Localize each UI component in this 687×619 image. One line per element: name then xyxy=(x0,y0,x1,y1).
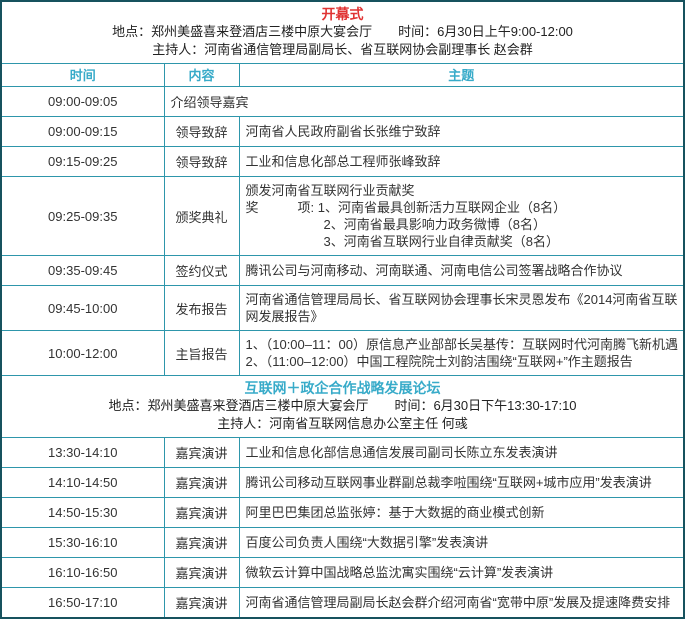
content-cell: 发布报告 xyxy=(164,286,239,331)
topic-line: 2、河南省最具影响力政务微博（8名） xyxy=(246,216,680,233)
content-cell: 主旨报告 xyxy=(164,331,239,376)
agenda-row: 14:50-15:30嘉宾演讲阿里巴巴集团总监张婷：基于大数据的商业模式创新 xyxy=(1,498,684,528)
time-cell: 09:00-09:05 xyxy=(1,87,164,117)
section-host: 主持人：河南省通信管理局副局长、省互联网协会副理事长 赵会群 xyxy=(6,41,679,59)
time-cell: 16:50-17:10 xyxy=(1,588,164,619)
column-header-content: 内容 xyxy=(164,64,239,87)
content-cell: 签约仪式 xyxy=(164,256,239,286)
agenda-row: 09:00-09:15领导致辞河南省人民政府副省长张维宁致辞 xyxy=(1,117,684,147)
time-cell: 09:35-09:45 xyxy=(1,256,164,286)
section-location-time: 地点：郑州美盛喜来登酒店三楼中原大宴会厅 时间：6月30日下午13:30-17:… xyxy=(6,397,679,415)
time-cell: 10:00-12:00 xyxy=(1,331,164,376)
column-header-topic: 主题 xyxy=(239,64,684,87)
topic-line: 河南省通信管理局局长、省互联网协会理事长宋灵恩发布《2014河南省互联网发展报告… xyxy=(246,291,680,325)
agenda-row: 13:30-14:10嘉宾演讲工业和信息化部信息通信发展司副司长陈立东发表演讲 xyxy=(1,438,684,468)
section-header-row: 互联网＋政企合作战略发展论坛地点：郑州美盛喜来登酒店三楼中原大宴会厅 时间：6月… xyxy=(1,376,684,438)
time-cell: 15:30-16:10 xyxy=(1,528,164,558)
agenda-row: 09:45-10:00发布报告河南省通信管理局局长、省互联网协会理事长宋灵恩发布… xyxy=(1,286,684,331)
topic-line: 工业和信息化部总工程师张峰致辞 xyxy=(246,153,680,170)
topic-cell: 颁发河南省互联网行业贡献奖奖 项: 1、河南省最具创新活力互联网企业（8名） 2… xyxy=(239,177,684,256)
section-header: 开幕式地点：郑州美盛喜来登酒店三楼中原大宴会厅 时间：6月30日上午9:00-1… xyxy=(1,1,684,64)
topic-cell: 河南省通信管理局局长、省互联网协会理事长宋灵恩发布《2014河南省互联网发展报告… xyxy=(239,286,684,331)
time-cell: 09:15-09:25 xyxy=(1,147,164,177)
topic-line: 微软云计算中国战略总监沈寓实围绕“云计算”发表演讲 xyxy=(246,564,680,581)
content-cell: 嘉宾演讲 xyxy=(164,498,239,528)
content-cell: 颁奖典礼 xyxy=(164,177,239,256)
topic-line: 河南省人民政府副省长张维宁致辞 xyxy=(246,123,680,140)
time-cell: 09:45-10:00 xyxy=(1,286,164,331)
time-cell: 13:30-14:10 xyxy=(1,438,164,468)
section-location-time: 地点：郑州美盛喜来登酒店三楼中原大宴会厅 时间：6月30日上午9:00-12:0… xyxy=(6,23,679,41)
section-title: 开幕式 xyxy=(6,5,679,23)
topic-line: 2、（11:00–12:00）中国工程院院士刘韵洁围绕“互联网+”作主题报告 xyxy=(246,353,680,370)
time-cell: 16:10-16:50 xyxy=(1,558,164,588)
agenda-row: 16:10-16:50嘉宾演讲微软云计算中国战略总监沈寓实围绕“云计算”发表演讲 xyxy=(1,558,684,588)
topic-cell: 介绍领导嘉宾 xyxy=(164,87,684,117)
section-host: 主持人：河南省互联网信息办公室主任 何彧 xyxy=(6,415,679,433)
section-header: 互联网＋政企合作战略发展论坛地点：郑州美盛喜来登酒店三楼中原大宴会厅 时间：6月… xyxy=(1,376,684,438)
agenda-row: 09:35-09:45签约仪式腾讯公司与河南移动、河南联通、河南电信公司签署战略… xyxy=(1,256,684,286)
content-cell: 嘉宾演讲 xyxy=(164,588,239,619)
content-cell: 领导致辞 xyxy=(164,147,239,177)
topic-line: 百度公司负责人围绕“大数据引擎”发表演讲 xyxy=(246,534,680,551)
topic-cell: 工业和信息化部信息通信发展司副司长陈立东发表演讲 xyxy=(239,438,684,468)
time-cell: 09:25-09:35 xyxy=(1,177,164,256)
topic-line: 颁发河南省互联网行业贡献奖 xyxy=(246,182,680,199)
content-cell: 嘉宾演讲 xyxy=(164,468,239,498)
agenda-row: 09:15-09:25领导致辞工业和信息化部总工程师张峰致辞 xyxy=(1,147,684,177)
content-cell: 嘉宾演讲 xyxy=(164,528,239,558)
topic-line: 阿里巴巴集团总监张婷：基于大数据的商业模式创新 xyxy=(246,504,680,521)
agenda-row: 09:00-09:05介绍领导嘉宾 xyxy=(1,87,684,117)
topic-line: 腾讯公司移动互联网事业群副总裁李啦围绕“互联网+城市应用”发表演讲 xyxy=(246,474,680,491)
agenda-row: 16:50-17:10嘉宾演讲河南省通信管理局副局长赵会群介绍河南省“宽带中原”… xyxy=(1,588,684,619)
agenda-table: 开幕式地点：郑州美盛喜来登酒店三楼中原大宴会厅 时间：6月30日上午9:00-1… xyxy=(0,0,685,619)
content-cell: 嘉宾演讲 xyxy=(164,558,239,588)
topic-cell: 微软云计算中国战略总监沈寓实围绕“云计算”发表演讲 xyxy=(239,558,684,588)
topic-cell: 腾讯公司与河南移动、河南联通、河南电信公司签署战略合作协议 xyxy=(239,256,684,286)
section-header-row: 开幕式地点：郑州美盛喜来登酒店三楼中原大宴会厅 时间：6月30日上午9:00-1… xyxy=(1,1,684,64)
topic-line: 腾讯公司与河南移动、河南联通、河南电信公司签署战略合作协议 xyxy=(246,262,680,279)
time-cell: 09:00-09:15 xyxy=(1,117,164,147)
topic-cell: 工业和信息化部总工程师张峰致辞 xyxy=(239,147,684,177)
agenda-row: 15:30-16:10嘉宾演讲百度公司负责人围绕“大数据引擎”发表演讲 xyxy=(1,528,684,558)
topic-line: 1、（10:00–11：00）原信息产业部部长吴基传：互联网时代河南腾飞新机遇 xyxy=(246,336,680,353)
topic-cell: 腾讯公司移动互联网事业群副总裁李啦围绕“互联网+城市应用”发表演讲 xyxy=(239,468,684,498)
section-title: 互联网＋政企合作战略发展论坛 xyxy=(6,379,679,397)
agenda-row: 10:00-12:00主旨报告1、（10:00–11：00）原信息产业部部长吴基… xyxy=(1,331,684,376)
topic-line: 奖 项: 1、河南省最具创新活力互联网企业（8名） xyxy=(246,199,680,216)
time-cell: 14:50-15:30 xyxy=(1,498,164,528)
time-cell: 14:10-14:50 xyxy=(1,468,164,498)
topic-cell: 阿里巴巴集团总监张婷：基于大数据的商业模式创新 xyxy=(239,498,684,528)
topic-line: 3、河南省互联网行业自律贡献奖（8名） xyxy=(246,233,680,250)
agenda-row: 14:10-14:50嘉宾演讲腾讯公司移动互联网事业群副总裁李啦围绕“互联网+城… xyxy=(1,468,684,498)
column-header-time: 时间 xyxy=(1,64,164,87)
topic-cell: 百度公司负责人围绕“大数据引擎”发表演讲 xyxy=(239,528,684,558)
content-cell: 领导致辞 xyxy=(164,117,239,147)
topic-cell: 1、（10:00–11：00）原信息产业部部长吴基传：互联网时代河南腾飞新机遇2… xyxy=(239,331,684,376)
column-header-row: 时间内容主题 xyxy=(1,64,684,87)
content-cell: 嘉宾演讲 xyxy=(164,438,239,468)
topic-cell: 河南省人民政府副省长张维宁致辞 xyxy=(239,117,684,147)
event-agenda: 开幕式地点：郑州美盛喜来登酒店三楼中原大宴会厅 时间：6月30日上午9:00-1… xyxy=(0,0,687,619)
topic-line: 工业和信息化部信息通信发展司副司长陈立东发表演讲 xyxy=(246,444,680,461)
topic-line: 河南省通信管理局副局长赵会群介绍河南省“宽带中原”发展及提速降费安排 xyxy=(246,594,680,611)
topic-cell: 河南省通信管理局副局长赵会群介绍河南省“宽带中原”发展及提速降费安排 xyxy=(239,588,684,619)
agenda-row: 09:25-09:35颁奖典礼颁发河南省互联网行业贡献奖奖 项: 1、河南省最具… xyxy=(1,177,684,256)
